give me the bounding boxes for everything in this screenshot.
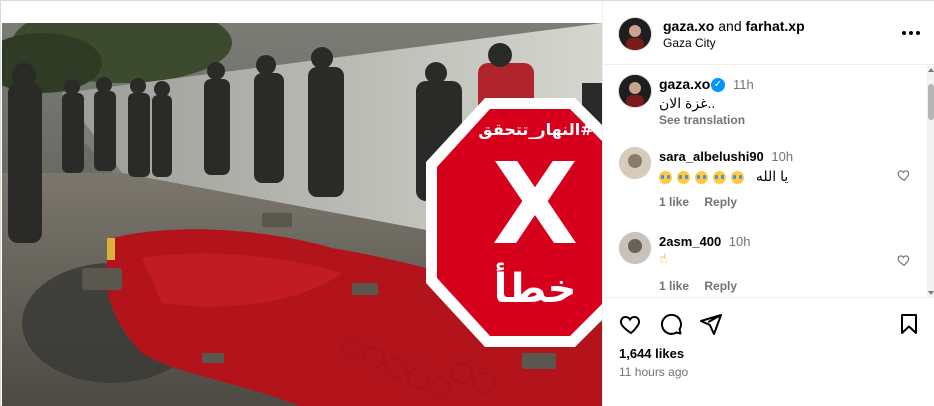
reply-button[interactable]: Reply bbox=[704, 195, 737, 209]
reply-button[interactable]: Reply bbox=[704, 279, 737, 293]
comment-username: 2asm_400 10h bbox=[659, 234, 751, 249]
avatar-image bbox=[619, 18, 651, 50]
more-options-icon[interactable] bbox=[901, 25, 921, 41]
stamp-verdict: خطأ bbox=[493, 266, 577, 312]
share-send-icon[interactable] bbox=[699, 312, 723, 336]
comment-time[interactable]: 10h bbox=[771, 149, 793, 164]
authors-conjunction: and bbox=[718, 18, 742, 34]
post-photo[interactable]: #النهار_تتحقق X خطأ bbox=[2, 23, 602, 406]
comment-body: ☝ bbox=[659, 250, 668, 266]
see-translation-link[interactable]: See translation bbox=[659, 113, 745, 127]
author-avatar[interactable] bbox=[619, 18, 651, 50]
save-bookmark-icon[interactable] bbox=[897, 312, 921, 336]
avatar-image bbox=[619, 232, 651, 264]
caption-time[interactable]: 11h bbox=[733, 77, 754, 92]
caption-text: غزة الان.. bbox=[659, 95, 716, 111]
verified-badge-icon: ✓ bbox=[711, 78, 725, 92]
comment-meta: 1 like Reply bbox=[659, 279, 749, 293]
post-header: gaza.xo and farhat.xp Gaza City bbox=[603, 1, 934, 65]
post-actions: 1,644 likes 11 hours ago bbox=[603, 297, 934, 406]
comment-avatar[interactable] bbox=[619, 232, 651, 264]
like-heart-icon[interactable] bbox=[619, 312, 643, 336]
comments-scrollbar[interactable] bbox=[927, 66, 934, 297]
comment-username: sara_albelushi90 10h bbox=[659, 149, 793, 164]
comment-author[interactable]: sara_albelushi90 bbox=[659, 149, 764, 164]
comment-author[interactable]: 2asm_400 bbox=[659, 234, 721, 249]
like-comment-heart-icon[interactable] bbox=[897, 253, 911, 267]
comment-time[interactable]: 10h bbox=[729, 234, 751, 249]
stamp-x-mark: X bbox=[491, 140, 579, 270]
comments-list: gaza.xo ✓ 11h غزة الان.. See translation… bbox=[603, 66, 934, 297]
post-authors: gaza.xo and farhat.xp bbox=[663, 17, 805, 35]
post-location[interactable]: Gaza City bbox=[663, 36, 716, 50]
post-dialog: #النهار_تتحقق X خطأ gaza.xo and farhat.x… bbox=[0, 0, 934, 406]
comment-meta: 1 like Reply bbox=[659, 195, 749, 209]
comment-text: يا الله bbox=[659, 167, 788, 185]
comment-avatar[interactable] bbox=[619, 147, 651, 179]
comment-bubble-icon[interactable] bbox=[659, 312, 683, 336]
comment-likes[interactable]: 1 like bbox=[659, 195, 689, 209]
comment-likes[interactable]: 1 like bbox=[659, 279, 689, 293]
caption-username[interactable]: gaza.xo bbox=[659, 76, 710, 92]
post-side-panel: gaza.xo and farhat.xp Gaza City gaza.xo … bbox=[602, 1, 934, 406]
post-timestamp[interactable]: 11 hours ago bbox=[619, 365, 688, 379]
stamp-hashtag: #النهار_تتحقق bbox=[478, 120, 594, 139]
scrollbar-thumb[interactable] bbox=[928, 84, 934, 120]
comment-body: يا الله bbox=[755, 167, 789, 184]
crying-face-icon bbox=[659, 168, 749, 185]
avatar-image bbox=[619, 147, 651, 179]
collaborator-username[interactable]: farhat.xp bbox=[746, 18, 805, 34]
like-comment-heart-icon[interactable] bbox=[897, 168, 911, 182]
author-username[interactable]: gaza.xo bbox=[663, 18, 714, 34]
scroll-down-arrow-icon[interactable] bbox=[928, 291, 934, 295]
avatar-image bbox=[619, 75, 651, 107]
caption-avatar[interactable] bbox=[619, 75, 651, 107]
likes-count[interactable]: 1,644 likes bbox=[619, 346, 684, 361]
scroll-up-arrow-icon[interactable] bbox=[928, 68, 934, 72]
